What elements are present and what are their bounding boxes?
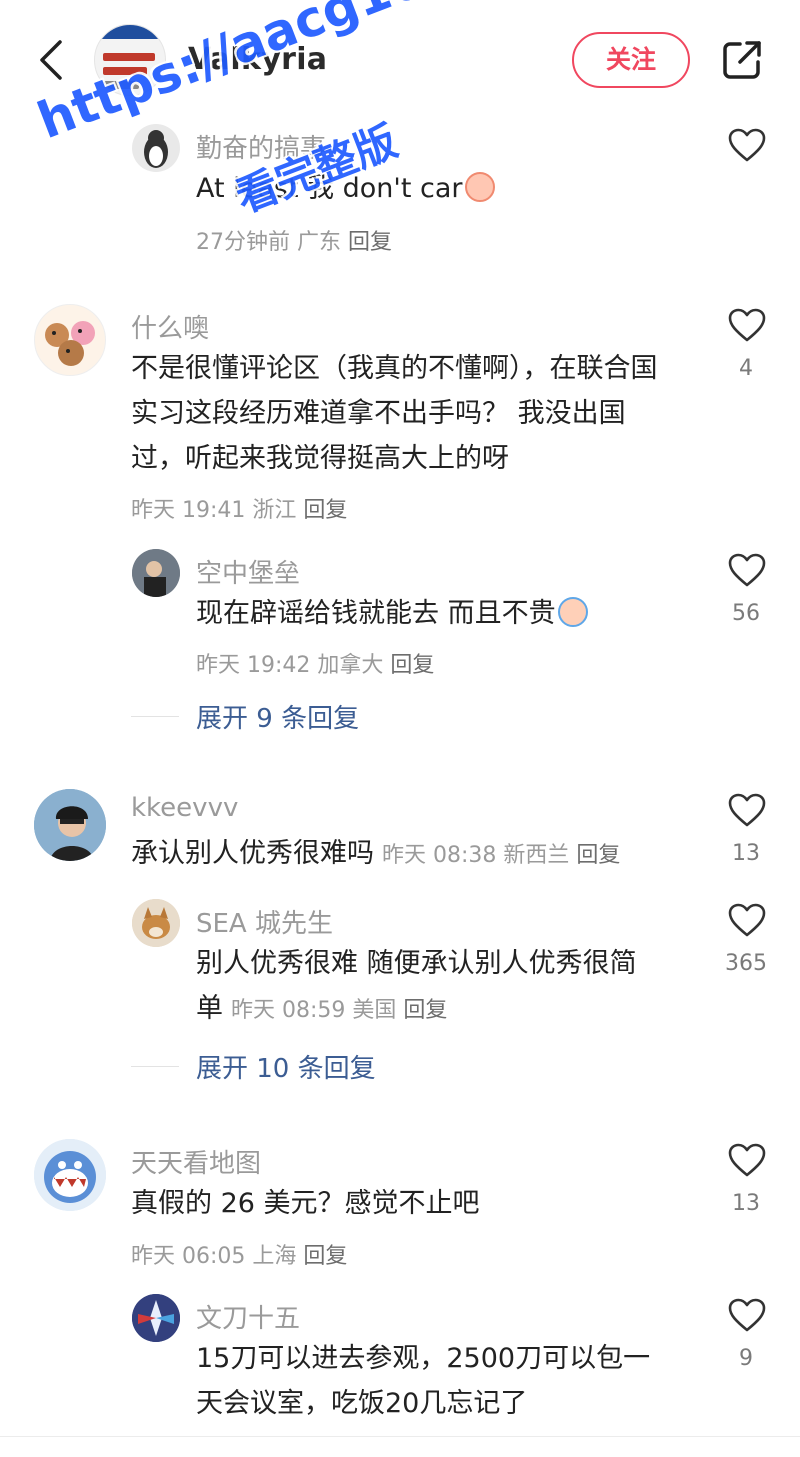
comment-meta: 27分钟前 广东 回复 (196, 224, 392, 256)
comment-region: 上海 (252, 1244, 297, 1269)
comment-region: 新西兰 (503, 843, 570, 868)
comment-text-content: 承认别人优秀很难吗 (131, 838, 374, 869)
author-avatar[interactable] (94, 24, 166, 96)
comment-time: 昨天 08:59 (231, 998, 346, 1023)
like-heart-icon[interactable] (727, 128, 767, 162)
reply-button[interactable]: 回复 (303, 498, 347, 523)
commenter-name[interactable]: 天天看地图 (131, 1143, 261, 1180)
reply-button[interactable]: 回复 (303, 1244, 347, 1269)
comment-region: 美国 (352, 998, 397, 1023)
face-emoji-icon (464, 172, 495, 202)
comment-text: 现在辟谣给钱就能去 而且不贵 (196, 591, 588, 636)
comment-region: 浙江 (252, 498, 297, 523)
reply-button[interactable]: 回复 (390, 653, 434, 678)
comment-meta: 昨天 19:42 加拿大 回复 (196, 647, 434, 679)
comment-text: 单昨天 08:59 美国 回复 (196, 986, 447, 1033)
like-heart-icon[interactable] (727, 308, 767, 342)
top-bar: Valkyria 关注 (0, 0, 800, 120)
commenter-avatar[interactable] (34, 304, 106, 376)
share-icon[interactable] (720, 38, 764, 82)
like-count: 365 (725, 951, 767, 976)
like-count: 4 (739, 356, 753, 381)
expand-replies-button[interactable]: 展开 10 条回复 (196, 1048, 376, 1085)
commenter-name[interactable]: 勤奋的搞事 (196, 128, 326, 165)
comment-text: 真假的 26 美元？感觉不止吧 (131, 1188, 480, 1219)
like-count: 9 (739, 1346, 753, 1371)
comment-text: At least 我 don't car (196, 166, 495, 211)
like-heart-icon[interactable] (727, 1143, 767, 1177)
comment-text-line: 不是很懂评论区（我真的不懂啊），在联合国 (131, 353, 658, 384)
expand-replies-button[interactable]: 展开 9 条回复 (196, 698, 359, 735)
like-heart-icon[interactable] (727, 793, 767, 827)
comment-text-line: 过，听起来我觉得挺高大上的呀 (131, 443, 509, 474)
follow-button[interactable]: 关注 (572, 32, 690, 88)
comment-text-content: 现在辟谣给钱就能去 而且不贵 (196, 598, 556, 629)
comment-text-line: 别人优秀很难 随便承认别人优秀很简 (196, 948, 637, 979)
reply-button[interactable]: 回复 (403, 998, 447, 1023)
reply-button[interactable]: 回复 (576, 843, 620, 868)
commenter-avatar[interactable] (34, 789, 106, 861)
divider (131, 1066, 179, 1067)
commenter-name[interactable]: 什么噢 (131, 308, 209, 345)
comment-text-line: 天会议室，吃饭20几忘记了 (196, 1388, 528, 1419)
like-heart-icon[interactable] (727, 553, 767, 587)
comment-meta: 昨天 08:38 新西兰 回复 (382, 843, 620, 868)
comment-region: 广东 (297, 230, 342, 255)
commenter-name[interactable]: 文刀十五 (196, 1298, 300, 1335)
comment-text: 承认别人优秀很难吗 昨天 08:38 新西兰 回复 (131, 831, 620, 878)
commenter-avatar[interactable] (132, 899, 180, 947)
commenter-name[interactable]: SEA 城先生 (196, 903, 333, 940)
comment-time: 昨天 06:05 (131, 1244, 246, 1269)
comment-meta: 昨天 08:59 美国 回复 (231, 998, 447, 1023)
like-heart-icon[interactable] (727, 903, 767, 937)
crying-face-emoji-icon (557, 597, 588, 627)
comment-region: 加拿大 (317, 653, 384, 678)
back-arrow-icon[interactable] (36, 38, 66, 82)
comment-time: 27分钟前 (196, 230, 290, 255)
like-count: 13 (732, 1191, 760, 1216)
comment-meta: 昨天 06:05 上海 回复 (131, 1238, 347, 1270)
commenter-avatar[interactable] (132, 549, 180, 597)
like-count: 13 (732, 841, 760, 866)
like-heart-icon[interactable] (727, 1298, 767, 1332)
commenter-name[interactable]: 空中堡垒 (196, 553, 300, 590)
comment-text-content: At least 我 don't car (196, 173, 463, 204)
reply-button[interactable]: 回复 (348, 230, 392, 255)
author-name[interactable]: Valkyria (188, 42, 327, 77)
comment-time: 昨天 08:38 (382, 843, 497, 868)
bottom-divider (0, 1436, 800, 1437)
divider (131, 716, 179, 717)
comment-meta: 昨天 19:41 浙江 回复 (131, 492, 347, 524)
comment-text-line: 15刀可以进去参观，2500刀可以包一 (196, 1343, 651, 1374)
comment-time: 昨天 19:42 (196, 653, 311, 678)
comment-text-content: 单 (196, 993, 223, 1024)
comment-time: 昨天 19:41 (131, 498, 246, 523)
commenter-avatar[interactable] (132, 1294, 180, 1342)
like-count: 56 (732, 601, 760, 626)
commenter-name[interactable]: kkeevvv (131, 793, 238, 823)
commenter-avatar[interactable] (34, 1139, 106, 1211)
commenter-avatar[interactable] (132, 124, 180, 172)
comment-text-line: 实习这段经历难道拿不出手吗？ 我没出国 (131, 398, 626, 429)
